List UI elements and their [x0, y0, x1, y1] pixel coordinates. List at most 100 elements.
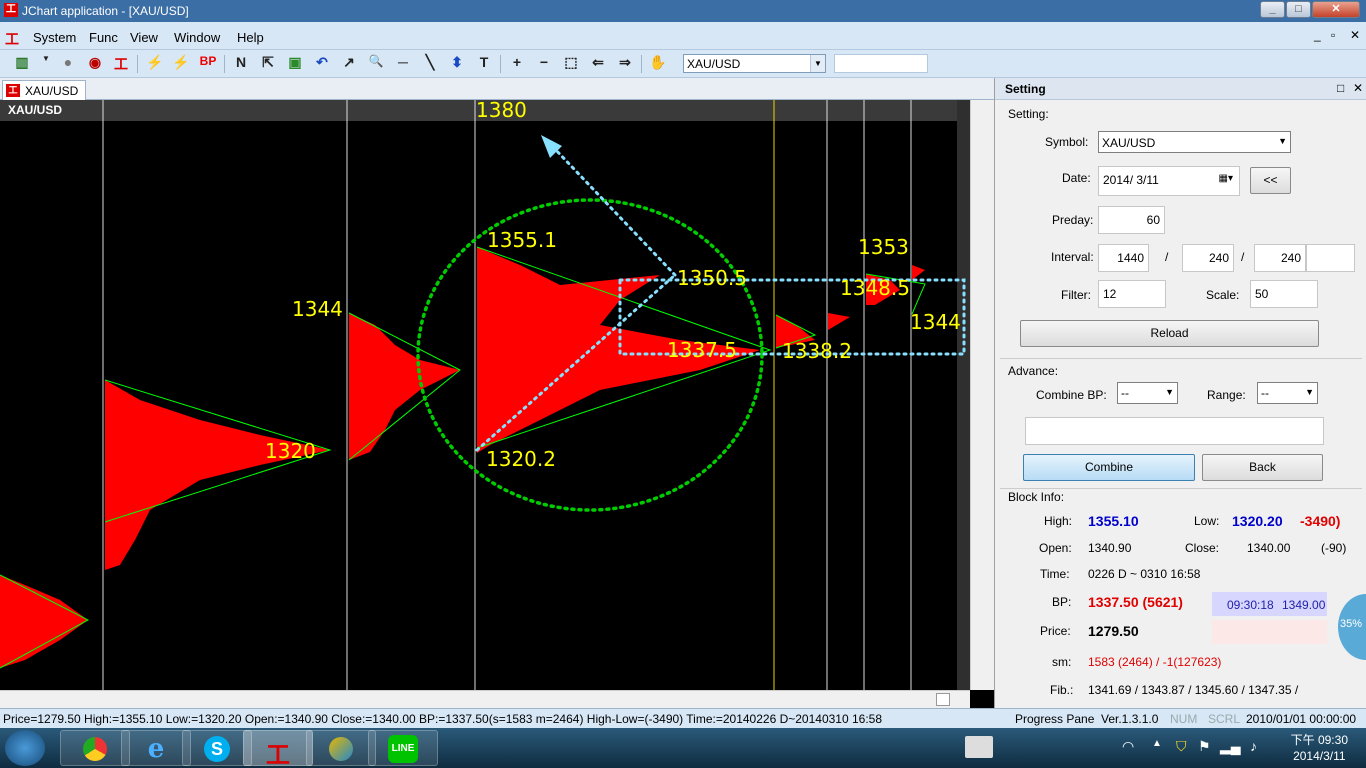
vertical-scrollbar[interactable]: [970, 100, 994, 690]
scroll-thumb[interactable]: [936, 693, 950, 706]
start-button[interactable]: [5, 730, 45, 766]
back-button[interactable]: Back: [1202, 454, 1323, 481]
chevron-down-icon[interactable]: ▼: [1305, 387, 1314, 397]
toolbar-input[interactable]: [834, 54, 928, 73]
tray-pen-icon[interactable]: [965, 736, 993, 758]
chevron-down-icon[interactable]: ▼: [1278, 136, 1287, 146]
interval-input-4[interactable]: [1306, 244, 1355, 272]
step-icon[interactable]: ↗: [339, 54, 359, 74]
plus-icon[interactable]: +: [507, 54, 527, 74]
pane-close-icon[interactable]: ✕: [1353, 81, 1363, 95]
high-label: High:: [1044, 514, 1073, 528]
annotation-1344-b: 1344: [910, 310, 961, 334]
price-highlight-box: [1212, 620, 1327, 644]
setting-section-label: Setting:: [1008, 107, 1049, 121]
status-datetime: 2010/01/01 00:00:00: [1246, 712, 1357, 726]
mdi-minimize-icon[interactable]: _: [1314, 28, 1321, 42]
lightning-yellow-icon[interactable]: ⚡: [145, 54, 165, 74]
maximize-button[interactable]: □: [1286, 1, 1311, 18]
bp-icon[interactable]: BP: [198, 54, 218, 74]
chevron-down-icon[interactable]: ▼: [810, 55, 825, 72]
tray-shield-icon[interactable]: ⛉: [1176, 738, 1187, 755]
divider: [1000, 488, 1362, 489]
clock-time: 下午 09:30: [1290, 733, 1348, 747]
taskbar-jchart-icon[interactable]: 工: [243, 730, 313, 768]
settings-symbol-select[interactable]: XAU/USD ▼: [1098, 131, 1291, 153]
select-box-icon[interactable]: ⬚: [561, 54, 581, 74]
chart-area[interactable]: XAU/USD 1380 1355.1 1350.5 1353 1348.5 1…: [0, 100, 970, 690]
horizontal-scrollbar[interactable]: [0, 690, 970, 708]
tray-flag-icon[interactable]: ⚑: [1198, 738, 1211, 755]
cursor-icon[interactable]: ⇱: [258, 54, 278, 74]
range-select[interactable]: -- ▼: [1257, 382, 1318, 404]
right-icon[interactable]: ⇒: [615, 54, 635, 74]
date-back-button[interactable]: <<: [1250, 167, 1291, 194]
symbol-select[interactable]: XAU/USD ▼: [683, 54, 826, 73]
taskbar-skype-icon[interactable]: S: [182, 730, 252, 766]
chevron-down-icon[interactable]: ▼: [1165, 387, 1174, 397]
scale-input[interactable]: 50: [1250, 280, 1318, 308]
low-label: Low:: [1194, 514, 1220, 528]
cube-icon[interactable]: ▣: [285, 54, 305, 74]
minimize-button[interactable]: _: [1260, 1, 1285, 18]
taskbar-line-icon[interactable]: LINE: [368, 730, 438, 766]
hand-icon[interactable]: ✋: [648, 54, 668, 74]
interval-input-1[interactable]: 1440: [1098, 244, 1149, 272]
preday-input[interactable]: 60: [1098, 206, 1165, 234]
fib-label: Fib.:: [1050, 683, 1074, 697]
mdi-restore-icon[interactable]: ▫: [1331, 28, 1335, 42]
left-icon[interactable]: ⇐: [588, 54, 608, 74]
arrow-updown-icon[interactable]: ⬍: [447, 54, 467, 74]
interval-input-3[interactable]: 240: [1254, 244, 1306, 272]
combine-button[interactable]: Combine: [1023, 454, 1195, 481]
interval-input-2[interactable]: 240: [1182, 244, 1234, 272]
taskbar-chrome-icon[interactable]: [60, 730, 130, 766]
clock-date: 2014/3/11: [1293, 749, 1346, 763]
menu-system[interactable]: System: [33, 30, 76, 45]
menu-func[interactable]: Func: [89, 30, 118, 45]
taskbar-ie-icon[interactable]: e: [121, 730, 191, 766]
diag-line-icon[interactable]: ╲: [420, 54, 440, 74]
logo-icon[interactable]: 工: [111, 54, 131, 74]
car-icon[interactable]: ◉: [85, 54, 105, 74]
undo-icon[interactable]: ↶: [312, 54, 332, 74]
tray-signal-icon[interactable]: ▂▄: [1220, 738, 1241, 755]
status-num: NUM: [1170, 712, 1198, 726]
close-label: Close:: [1185, 541, 1220, 555]
date-picker[interactable]: 2014/ 3/11 ▦▾: [1098, 166, 1240, 196]
preday-label: Preday:: [1052, 213, 1094, 227]
menu-logo-icon: 工: [5, 31, 19, 47]
bar-chart-icon[interactable]: ▥: [12, 54, 32, 74]
tray-expand-icon[interactable]: ▲: [1152, 738, 1162, 749]
taskbar-app-icon[interactable]: [306, 730, 376, 766]
low-value: 1320.20: [1232, 513, 1283, 529]
close-window-button[interactable]: ✕: [1312, 1, 1360, 18]
n-icon[interactable]: N: [231, 54, 251, 74]
text-icon[interactable]: T: [474, 54, 494, 74]
circle-icon[interactable]: ●: [58, 54, 78, 74]
zoom-icon[interactable]: 🔍: [366, 54, 386, 74]
dropdown-arrow-icon[interactable]: ▼: [36, 54, 56, 74]
filter-input[interactable]: 12: [1098, 280, 1166, 308]
pane-restore-icon[interactable]: □: [1337, 81, 1344, 95]
advance-text-input[interactable]: [1025, 417, 1324, 445]
menu-help[interactable]: Help: [237, 30, 264, 45]
tray-wifi-icon[interactable]: ◠: [1122, 738, 1134, 755]
tab-xau-usd[interactable]: 工 XAU/USD: [2, 80, 86, 100]
menu-view[interactable]: View: [130, 30, 158, 45]
clock[interactable]: 下午 09:30 2014/3/11: [1291, 732, 1348, 764]
chart-canvas[interactable]: XAU/USD 1380 1355.1 1350.5 1353 1348.5 1…: [0, 100, 970, 690]
reload-button[interactable]: Reload: [1020, 320, 1319, 347]
tray-volume-icon[interactable]: ♪: [1250, 738, 1257, 754]
minus-icon[interactable]: −: [534, 54, 554, 74]
menu-window[interactable]: Window: [174, 30, 220, 45]
time-label: Time:: [1040, 567, 1070, 581]
range-value: --: [1261, 386, 1269, 400]
combine-bp-select[interactable]: -- ▼: [1117, 382, 1178, 404]
annotation-1338-2: 1338.2: [782, 339, 852, 363]
hline-icon[interactable]: ─: [393, 54, 413, 74]
high-value: 1355.10: [1088, 513, 1139, 529]
calendar-icon[interactable]: ▦▾: [1219, 173, 1233, 184]
mdi-close-icon[interactable]: ✕: [1350, 28, 1360, 42]
lightning-red-icon[interactable]: ⚡: [171, 54, 191, 74]
